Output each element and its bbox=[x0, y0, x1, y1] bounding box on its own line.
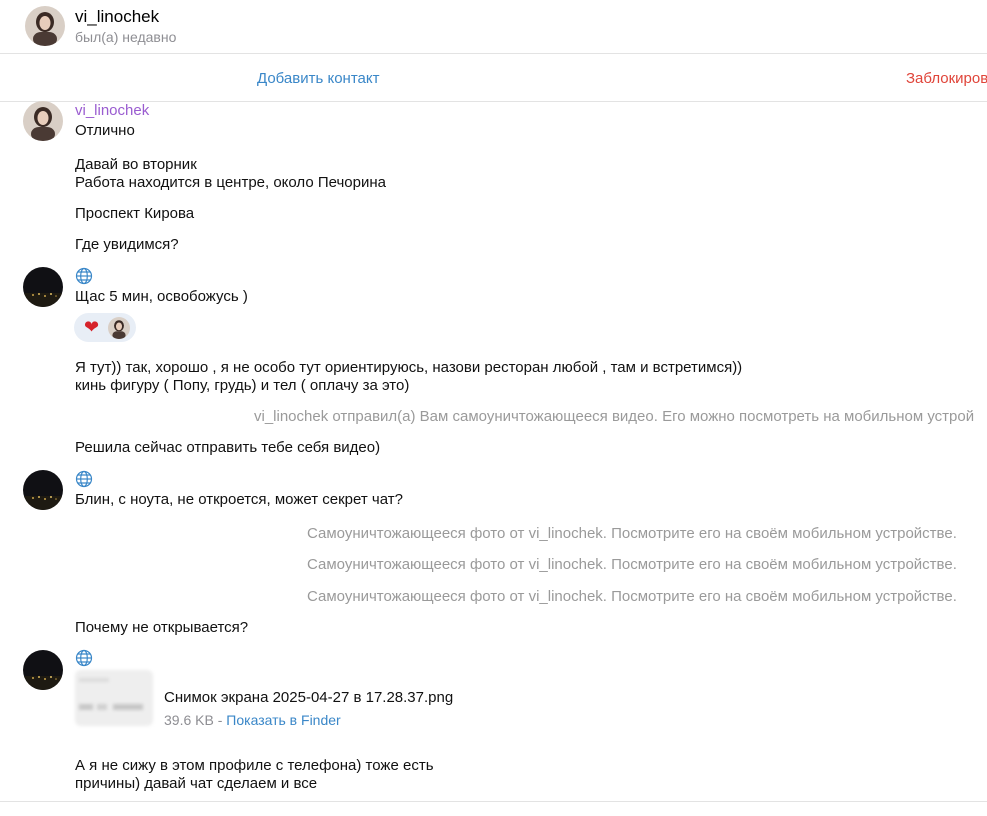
globe-icon bbox=[75, 470, 93, 488]
divider bbox=[0, 801, 987, 802]
own-avatar[interactable] bbox=[23, 470, 63, 510]
service-message-photo: Самоуничтожающееся фото от vi_linochek. … bbox=[307, 588, 957, 605]
block-button[interactable]: Заблокиров bbox=[906, 70, 987, 87]
contact-avatar[interactable] bbox=[25, 6, 65, 46]
chat-header: vi_linochek был(а) недавно bbox=[0, 0, 987, 54]
message-text: Щас 5 мин, освобожусь ) bbox=[75, 288, 248, 305]
service-message-photo: Самоуничтожающееся фото от vi_linochek. … bbox=[307, 525, 957, 542]
globe-icon bbox=[75, 267, 93, 285]
message-text: Я тут)) так, хорошо , я не особо тут ори… bbox=[75, 359, 743, 376]
contact-name: vi_linochek bbox=[75, 7, 160, 26]
message-text: Где увидимся? bbox=[75, 236, 179, 253]
reactor-avatar bbox=[108, 317, 130, 339]
message-text: Работа находится в центре, около Печорин… bbox=[75, 174, 386, 191]
show-in-finder-link[interactable]: Показать в Finder bbox=[226, 712, 340, 728]
own-avatar[interactable] bbox=[23, 267, 63, 307]
message-text: А я не сижу в этом профиле с телефона) т… bbox=[75, 757, 434, 774]
own-avatar[interactable] bbox=[23, 650, 63, 690]
message-text: Проспект Кирова bbox=[75, 205, 195, 222]
message-text: Почему не открывается? bbox=[75, 619, 249, 636]
sender-name[interactable]: vi_linochek bbox=[75, 102, 149, 119]
heart-icon: ❤ bbox=[84, 317, 100, 337]
add-contact-button[interactable]: Добавить контакт bbox=[257, 70, 379, 87]
contact-status: был(а) недавно bbox=[75, 29, 177, 45]
file-size: 39.6 KB bbox=[164, 712, 214, 728]
file-thumbnail[interactable] bbox=[75, 670, 153, 726]
message-text: причины) давай чат сделаем и все bbox=[75, 775, 318, 792]
message-text: кинь фигуру ( Попу, грудь) и тел ( оплач… bbox=[75, 377, 410, 394]
file-name[interactable]: Снимок экрана 2025-04-27 в 17.28.37.png bbox=[164, 689, 453, 706]
file-meta: 39.6 KB - Показать в Finder bbox=[164, 712, 341, 728]
message-text: Давай во вторник bbox=[75, 156, 197, 173]
globe-icon bbox=[75, 649, 93, 667]
reaction-badge[interactable]: ❤ bbox=[74, 313, 136, 342]
contact-actions-bar: Добавить контакт Заблокиров bbox=[0, 54, 987, 102]
service-message-video: vi_linochek отправил(а) Вам самоуничтожа… bbox=[254, 408, 975, 425]
message-text: Отлично bbox=[75, 122, 135, 139]
service-message-photo: Самоуничтожающееся фото от vi_linochek. … bbox=[307, 556, 957, 573]
message-text: Блин, с ноута, не откроется, может секре… bbox=[75, 491, 403, 508]
file-meta-separator: - bbox=[213, 712, 227, 728]
sender-avatar[interactable] bbox=[23, 101, 63, 141]
message-text: Решила сейчас отправить тебе себя видео) bbox=[75, 439, 381, 456]
